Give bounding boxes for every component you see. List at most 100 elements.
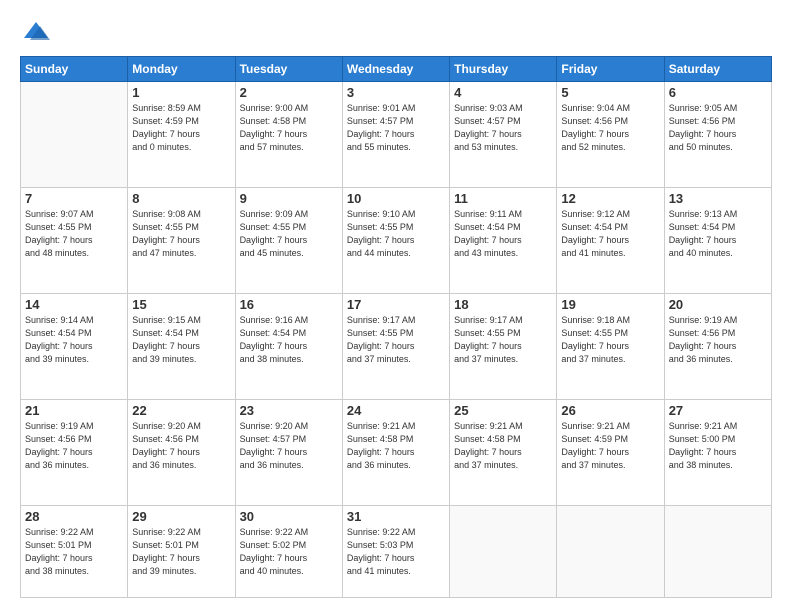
day-info: Sunrise: 9:17 AMSunset: 4:55 PMDaylight:… [454, 314, 552, 366]
calendar-cell [664, 506, 771, 598]
calendar-week-2: 7 Sunrise: 9:07 AMSunset: 4:55 PMDaylight… [21, 188, 772, 294]
day-number: 9 [240, 191, 338, 206]
calendar-cell: 11Sunrise: 9:11 AMSunset: 4:54 PMDayligh… [450, 188, 557, 294]
day-info: Sunrise: 9:22 AMSunset: 5:01 PMDaylight:… [132, 526, 230, 578]
weekday-header-monday: Monday [128, 57, 235, 82]
day-number: 30 [240, 509, 338, 524]
calendar-cell: 9 Sunrise: 9:09 AMSunset: 4:55 PMDaylight… [235, 188, 342, 294]
day-info: Sunrise: 9:07 AMSunset: 4:55 PMDaylight:… [25, 208, 123, 260]
day-info: Sunrise: 9:13 AMSunset: 4:54 PMDaylight:… [669, 208, 767, 260]
day-number: 15 [132, 297, 230, 312]
calendar-cell: 21 Sunrise: 9:19 AMSunset: 4:56 PMDayligh… [21, 400, 128, 506]
weekday-header-friday: Friday [557, 57, 664, 82]
day-number: 28 [25, 509, 123, 524]
calendar-cell: 16 Sunrise: 9:16 AMSunset: 4:54 PMDayligh… [235, 294, 342, 400]
calendar-cell: 12Sunrise: 9:12 AMSunset: 4:54 PMDayligh… [557, 188, 664, 294]
logo-icon [22, 18, 50, 46]
day-info: Sunrise: 9:15 AMSunset: 4:54 PMDaylight:… [132, 314, 230, 366]
day-number: 29 [132, 509, 230, 524]
day-info: Sunrise: 9:04 AMSunset: 4:56 PMDaylight:… [561, 102, 659, 154]
day-number: 27 [669, 403, 767, 418]
calendar-cell: 2Sunrise: 9:00 AMSunset: 4:58 PMDaylight… [235, 82, 342, 188]
day-number: 5 [561, 85, 659, 100]
header [20, 18, 772, 46]
calendar-cell: 29 Sunrise: 9:22 AMSunset: 5:01 PMDayligh… [128, 506, 235, 598]
day-info: Sunrise: 9:21 AMSunset: 4:58 PMDaylight:… [347, 420, 445, 472]
day-info: Sunrise: 9:21 AMSunset: 5:00 PMDaylight:… [669, 420, 767, 472]
day-info: Sunrise: 9:20 AMSunset: 4:57 PMDaylight:… [240, 420, 338, 472]
day-info: Sunrise: 9:14 AMSunset: 4:54 PMDaylight:… [25, 314, 123, 366]
calendar-table: SundayMondayTuesdayWednesdayThursdayFrid… [20, 56, 772, 598]
day-number: 26 [561, 403, 659, 418]
day-number: 8 [132, 191, 230, 206]
day-info: Sunrise: 9:05 AMSunset: 4:56 PMDaylight:… [669, 102, 767, 154]
day-info: Sunrise: 9:21 AMSunset: 4:58 PMDaylight:… [454, 420, 552, 472]
day-number: 25 [454, 403, 552, 418]
day-info: Sunrise: 9:16 AMSunset: 4:54 PMDaylight:… [240, 314, 338, 366]
day-info: Sunrise: 9:11 AMSunset: 4:54 PMDaylight:… [454, 208, 552, 260]
calendar-cell: 28 Sunrise: 9:22 AMSunset: 5:01 PMDayligh… [21, 506, 128, 598]
day-info: Sunrise: 9:21 AMSunset: 4:59 PMDaylight:… [561, 420, 659, 472]
calendar-cell: 31 Sunrise: 9:22 AMSunset: 5:03 PMDayligh… [342, 506, 449, 598]
day-info: Sunrise: 9:19 AMSunset: 4:56 PMDaylight:… [669, 314, 767, 366]
day-info: Sunrise: 9:01 AMSunset: 4:57 PMDaylight:… [347, 102, 445, 154]
calendar-cell: 15 Sunrise: 9:15 AMSunset: 4:54 PMDayligh… [128, 294, 235, 400]
calendar-cell: 18 Sunrise: 9:17 AMSunset: 4:55 PMDayligh… [450, 294, 557, 400]
calendar-cell: 19 Sunrise: 9:18 AMSunset: 4:55 PMDayligh… [557, 294, 664, 400]
day-info: Sunrise: 8:59 AMSunset: 4:59 PMDaylight:… [132, 102, 230, 154]
calendar-cell: 25 Sunrise: 9:21 AMSunset: 4:58 PMDayligh… [450, 400, 557, 506]
day-info: Sunrise: 9:09 AMSunset: 4:55 PMDaylight:… [240, 208, 338, 260]
day-number: 22 [132, 403, 230, 418]
calendar-cell: 20Sunrise: 9:19 AMSunset: 4:56 PMDayligh… [664, 294, 771, 400]
calendar-cell: 8 Sunrise: 9:08 AMSunset: 4:55 PMDaylight… [128, 188, 235, 294]
day-number: 2 [240, 85, 338, 100]
day-number: 13 [669, 191, 767, 206]
calendar-cell: 23 Sunrise: 9:20 AMSunset: 4:57 PMDayligh… [235, 400, 342, 506]
calendar-cell: 24 Sunrise: 9:21 AMSunset: 4:58 PMDayligh… [342, 400, 449, 506]
day-info: Sunrise: 9:18 AMSunset: 4:55 PMDaylight:… [561, 314, 659, 366]
day-number: 14 [25, 297, 123, 312]
day-number: 16 [240, 297, 338, 312]
day-number: 19 [561, 297, 659, 312]
day-number: 21 [25, 403, 123, 418]
weekday-header-saturday: Saturday [664, 57, 771, 82]
day-number: 1 [132, 85, 230, 100]
day-number: 23 [240, 403, 338, 418]
weekday-header-wednesday: Wednesday [342, 57, 449, 82]
calendar-cell [450, 506, 557, 598]
day-info: Sunrise: 9:10 AMSunset: 4:55 PMDaylight:… [347, 208, 445, 260]
day-info: Sunrise: 9:22 AMSunset: 5:01 PMDaylight:… [25, 526, 123, 578]
calendar-cell: 27 Sunrise: 9:21 AMSunset: 5:00 PMDayligh… [664, 400, 771, 506]
day-number: 31 [347, 509, 445, 524]
day-number: 6 [669, 85, 767, 100]
calendar-cell: 6 Sunrise: 9:05 AMSunset: 4:56 PMDaylight… [664, 82, 771, 188]
day-info: Sunrise: 9:19 AMSunset: 4:56 PMDaylight:… [25, 420, 123, 472]
calendar-cell: 22 Sunrise: 9:20 AMSunset: 4:56 PMDayligh… [128, 400, 235, 506]
weekday-header-row: SundayMondayTuesdayWednesdayThursdayFrid… [21, 57, 772, 82]
day-number: 24 [347, 403, 445, 418]
day-number: 17 [347, 297, 445, 312]
calendar-week-3: 14 Sunrise: 9:14 AMSunset: 4:54 PMDayligh… [21, 294, 772, 400]
day-info: Sunrise: 9:08 AMSunset: 4:55 PMDaylight:… [132, 208, 230, 260]
day-info: Sunrise: 9:03 AMSunset: 4:57 PMDaylight:… [454, 102, 552, 154]
page: SundayMondayTuesdayWednesdayThursdayFrid… [0, 0, 792, 612]
day-info: Sunrise: 9:20 AMSunset: 4:56 PMDaylight:… [132, 420, 230, 472]
day-info: Sunrise: 9:22 AMSunset: 5:03 PMDaylight:… [347, 526, 445, 578]
calendar-cell: 3Sunrise: 9:01 AMSunset: 4:57 PMDaylight… [342, 82, 449, 188]
calendar-cell: 14 Sunrise: 9:14 AMSunset: 4:54 PMDayligh… [21, 294, 128, 400]
day-number: 4 [454, 85, 552, 100]
calendar-cell: 30 Sunrise: 9:22 AMSunset: 5:02 PMDayligh… [235, 506, 342, 598]
day-number: 7 [25, 191, 123, 206]
day-number: 18 [454, 297, 552, 312]
logo [20, 18, 50, 46]
calendar-cell: 7 Sunrise: 9:07 AMSunset: 4:55 PMDaylight… [21, 188, 128, 294]
calendar-cell: 17Sunrise: 9:17 AMSunset: 4:55 PMDayligh… [342, 294, 449, 400]
day-info: Sunrise: 9:12 AMSunset: 4:54 PMDaylight:… [561, 208, 659, 260]
day-info: Sunrise: 9:22 AMSunset: 5:02 PMDaylight:… [240, 526, 338, 578]
calendar-cell [21, 82, 128, 188]
day-number: 10 [347, 191, 445, 206]
calendar-cell: 26 Sunrise: 9:21 AMSunset: 4:59 PMDayligh… [557, 400, 664, 506]
weekday-header-tuesday: Tuesday [235, 57, 342, 82]
calendar-week-5: 28 Sunrise: 9:22 AMSunset: 5:01 PMDayligh… [21, 506, 772, 598]
calendar-week-1: 1 Sunrise: 8:59 AMSunset: 4:59 PMDaylight… [21, 82, 772, 188]
